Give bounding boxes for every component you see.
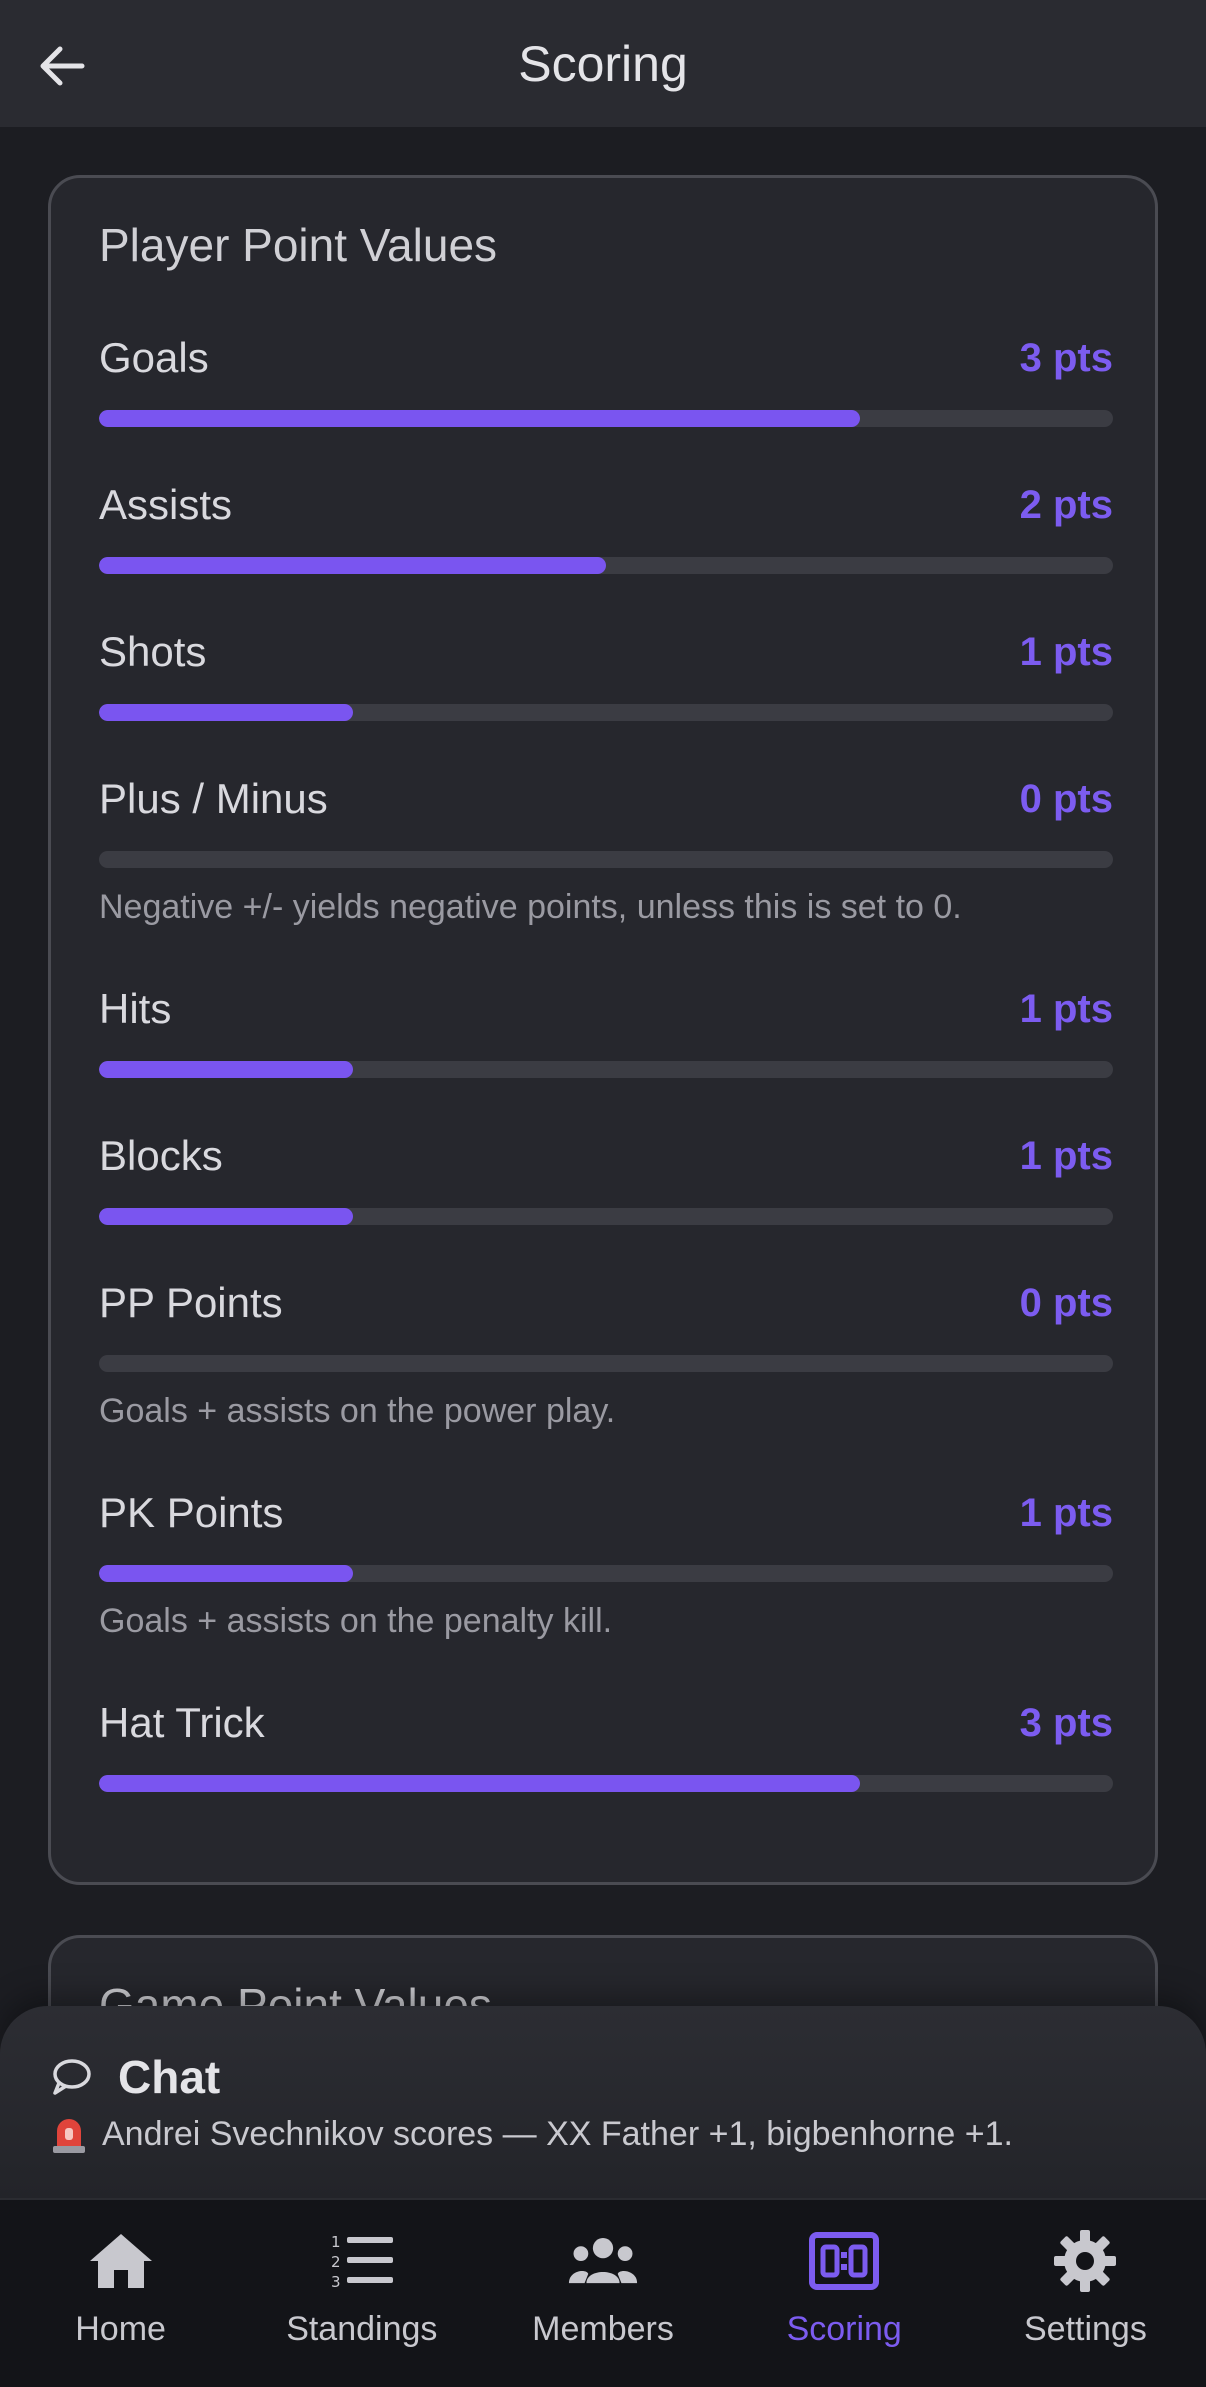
- stat-label: PP Points: [99, 1279, 283, 1326]
- nav-label: Settings: [1023, 2310, 1147, 2348]
- slider-fill: [99, 1775, 860, 1792]
- stat-shots: Shots 1 pts: [99, 624, 1113, 721]
- stat-points: 3 pts: [1019, 1700, 1113, 1745]
- gear-icon: [1050, 2226, 1120, 2296]
- stat-hits: Hits 1 pts: [99, 981, 1113, 1078]
- siren-icon: [53, 2119, 85, 2153]
- slider-fill: [99, 410, 860, 427]
- chat-last-message: Andrei Svechnikov scores — XX Father +1,…: [50, 2114, 1013, 2154]
- stat-points: 1 pts: [1019, 1490, 1113, 1535]
- stat-label: Hits: [99, 985, 172, 1032]
- list-numbered-icon: 1 2 3: [327, 2226, 397, 2296]
- stat-label: Goals: [99, 334, 209, 381]
- nav-item-standings[interactable]: 1 2 3 Standings: [241, 2200, 482, 2387]
- nav-item-settings[interactable]: Settings: [965, 2200, 1206, 2387]
- nav-label: Members: [532, 2310, 674, 2348]
- stat-points: 1 pts: [1019, 1133, 1113, 1178]
- slider-fill: [99, 557, 606, 574]
- slider-fill: [99, 1565, 353, 1582]
- svg-text:1: 1: [331, 2233, 341, 2251]
- top-app-bar: Scoring: [0, 0, 1206, 127]
- stat-pp-points: PP Points 0 pts Goals + assists on the p…: [99, 1275, 1113, 1431]
- stat-hat-trick: Hat Trick 3 pts: [99, 1695, 1113, 1792]
- chat-header: Chat: [50, 2050, 220, 2104]
- bottom-navigation: Home 1 2 3 Standings Members Scoring Set…: [0, 2198, 1206, 2387]
- points-slider[interactable]: [99, 1208, 1113, 1225]
- nav-label: Home: [75, 2310, 166, 2348]
- points-slider[interactable]: [99, 1775, 1113, 1792]
- nav-item-home[interactable]: Home: [0, 2200, 241, 2387]
- stat-label: Shots: [99, 628, 207, 675]
- stat-points: 3 pts: [1019, 335, 1113, 380]
- stat-plus-minus: Plus / Minus 0 pts Negative +/- yields n…: [99, 771, 1113, 927]
- svg-text:2: 2: [331, 2253, 341, 2271]
- nav-label: Standings: [286, 2310, 438, 2348]
- stat-label: Plus / Minus: [99, 775, 328, 822]
- scoreboard-icon: [809, 2226, 880, 2296]
- player-point-values-card: Player Point Values Goals 3 pts Assists …: [48, 175, 1158, 1885]
- points-slider[interactable]: [99, 851, 1113, 868]
- nav-item-members[interactable]: Members: [482, 2200, 723, 2387]
- people-icon: [568, 2226, 638, 2296]
- stat-assists: Assists 2 pts: [99, 477, 1113, 574]
- points-slider[interactable]: [99, 1565, 1113, 1582]
- stat-goals: Goals 3 pts: [99, 330, 1113, 427]
- points-slider[interactable]: [99, 1061, 1113, 1078]
- slider-fill: [99, 1061, 353, 1078]
- stat-points: 0 pts: [1019, 1280, 1113, 1325]
- chat-bubble-icon: [53, 2059, 91, 2095]
- stat-pk-points: PK Points 1 pts Goals + assists on the p…: [99, 1485, 1113, 1641]
- stat-label: PK Points: [99, 1489, 284, 1536]
- chat-title: Chat: [118, 2051, 221, 2103]
- page-title: Scoring: [518, 35, 688, 92]
- stat-points: 1 pts: [1019, 629, 1113, 674]
- slider-fill: [99, 1208, 353, 1225]
- svg-text:3: 3: [331, 2273, 341, 2291]
- stat-label: Blocks: [99, 1132, 223, 1179]
- home-icon: [86, 2226, 156, 2296]
- points-slider[interactable]: [99, 410, 1113, 427]
- card-title: Player Point Values: [99, 219, 498, 271]
- stat-label: Hat Trick: [99, 1699, 265, 1746]
- nav-label: Scoring: [786, 2310, 902, 2348]
- points-slider[interactable]: [99, 1355, 1113, 1372]
- stat-note: Negative +/- yields negative points, unl…: [99, 888, 962, 926]
- chat-panel[interactable]: Chat Andrei Svechnikov scores — XX Fathe…: [0, 2006, 1206, 2198]
- points-slider[interactable]: [99, 557, 1113, 574]
- chat-message-text: Andrei Svechnikov scores — XX Father +1,…: [102, 2114, 1013, 2153]
- arrow-left-icon: [40, 46, 85, 86]
- stat-note: Goals + assists on the penalty kill.: [99, 1602, 613, 1640]
- stat-label: Assists: [99, 481, 233, 528]
- points-slider[interactable]: [99, 704, 1113, 721]
- stat-note: Goals + assists on the power play.: [99, 1392, 616, 1430]
- back-button[interactable]: [30, 34, 94, 98]
- stat-points: 0 pts: [1019, 776, 1113, 821]
- stat-points: 1 pts: [1019, 986, 1113, 1031]
- nav-item-scoring[interactable]: Scoring: [724, 2200, 965, 2387]
- stat-blocks: Blocks 1 pts: [99, 1128, 1113, 1225]
- slider-fill: [99, 704, 353, 721]
- stat-points: 2 pts: [1019, 482, 1113, 527]
